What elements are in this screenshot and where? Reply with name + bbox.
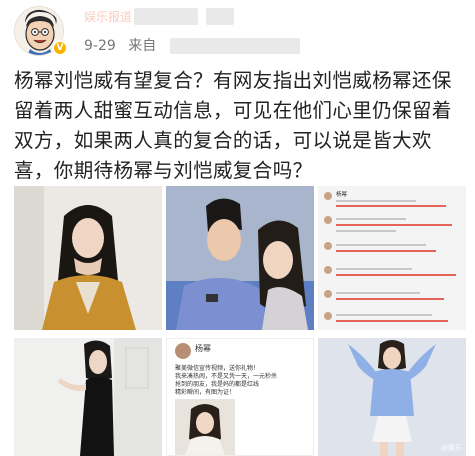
screenshot-avatar <box>324 290 332 298</box>
screenshot-row <box>322 310 462 330</box>
screenshot-line <box>336 200 416 202</box>
screenshot-avatar <box>324 216 332 224</box>
screenshot-row <box>322 214 462 236</box>
screenshot2-photo-image <box>175 399 235 455</box>
screenshot-red-line <box>336 320 448 322</box>
screenshot2-avatar <box>175 343 191 359</box>
screenshot-row <box>322 288 462 310</box>
screenshot-red-line <box>336 298 444 300</box>
source-blur <box>170 38 300 54</box>
screenshot2-line: 精彩瞬间，有图为证！ <box>175 389 236 396</box>
woman-portrait-image <box>14 186 162 330</box>
couple-photo-image <box>166 186 314 330</box>
photo-4[interactable] <box>14 338 162 456</box>
screenshot-avatar <box>324 242 332 250</box>
image-watermark: @娱乐 <box>441 444 462 452</box>
screenshot-row: 杨幂 <box>322 190 462 212</box>
photo-1[interactable] <box>14 186 162 330</box>
screenshot-line <box>336 268 412 270</box>
screenshot-row <box>322 264 462 286</box>
screenshot-line <box>336 314 432 316</box>
screenshot-row <box>322 240 462 262</box>
photo-6[interactable]: @娱乐 <box>318 338 466 456</box>
screenshot-red-line <box>336 205 446 207</box>
screenshot-avatar <box>324 192 332 200</box>
screenshot-line <box>336 244 426 246</box>
woman-blue-sweater-image <box>318 338 466 456</box>
username-blur <box>134 8 198 25</box>
post-header: V 娱乐报道 9-29 来自 <box>0 0 475 60</box>
post-body-text: 杨幂刘恺威有望复合？有网友指出刘恺威杨幂还保留着两人甜蜜互动信息，可见在他们心里… <box>14 69 452 182</box>
post-source-prefix: 来自 <box>128 38 157 54</box>
post-date[interactable]: 9-29 <box>84 38 116 54</box>
screenshot-line <box>336 218 406 220</box>
screenshot-red-line <box>336 224 452 226</box>
screenshot-line <box>336 292 420 294</box>
photo-3[interactable]: 杨幂 <box>318 186 466 330</box>
verified-badge-icon: V <box>52 40 68 56</box>
woman-black-dress-image <box>14 338 162 456</box>
username[interactable]: 娱乐报道 <box>84 8 132 26</box>
screenshot-avatar <box>324 266 332 274</box>
photo-2[interactable] <box>166 186 314 330</box>
screenshot-name: 杨幂 <box>336 192 348 198</box>
screenshot-red-line <box>336 274 456 276</box>
username-blur-2 <box>206 8 234 25</box>
username-text[interactable]: 娱乐报道 <box>84 10 132 24</box>
post-meta: 9-29 来自 <box>84 36 164 56</box>
photo-5[interactable]: 杨幂 聚美微信宣传视频，送你礼物！ 我来凑热闹，不是又凭一天，一元秒杀 抢到的朋… <box>166 338 314 456</box>
screenshot-line <box>336 230 396 232</box>
screenshot-red-line <box>336 250 436 252</box>
screenshot2-name: 杨幂 <box>195 344 211 353</box>
screenshot-avatar <box>324 312 332 320</box>
